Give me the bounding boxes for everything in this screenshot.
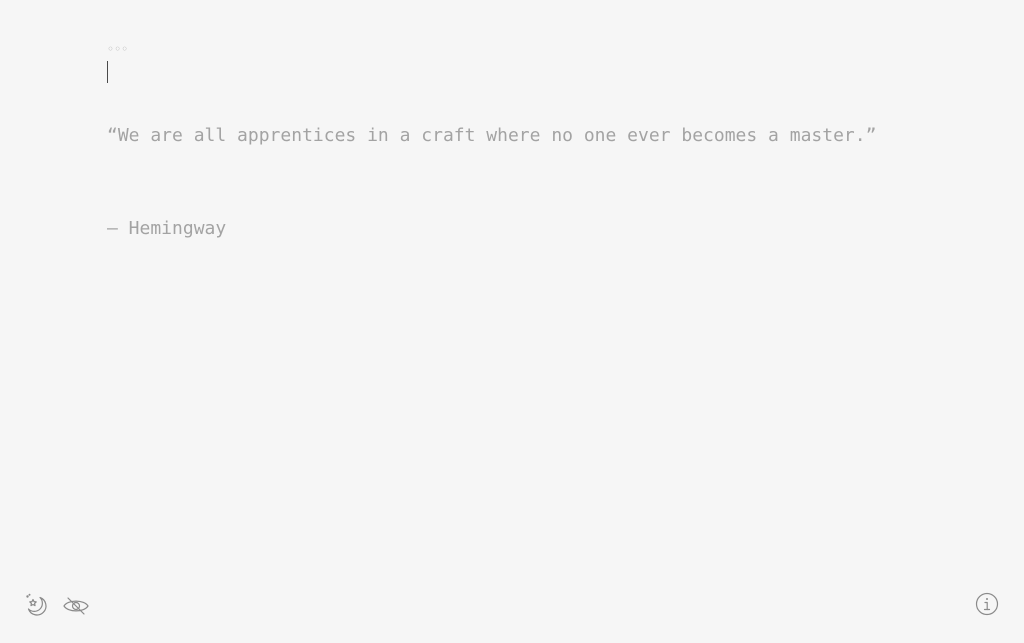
info-button[interactable]: [974, 591, 1000, 617]
focus-mode-button[interactable]: [63, 593, 89, 619]
info-icon: [974, 591, 1000, 617]
editor-line-author[interactable]: — Hemingway: [107, 213, 967, 244]
moon-star-icon: [23, 592, 49, 618]
text-editor[interactable]: “We are all apprentices in a craft where…: [107, 58, 967, 306]
editor-line-quote[interactable]: “We are all apprentices in a craft where…: [107, 120, 967, 151]
bottom-toolbar: [0, 583, 1024, 643]
status-dots: ◦◦◦: [107, 42, 129, 56]
eye-slash-icon: [62, 595, 90, 617]
text-caret: [107, 61, 108, 83]
editor-window: ◦◦◦ “We are all apprentices in a craft w…: [0, 0, 1024, 643]
night-mode-button[interactable]: [23, 592, 49, 618]
